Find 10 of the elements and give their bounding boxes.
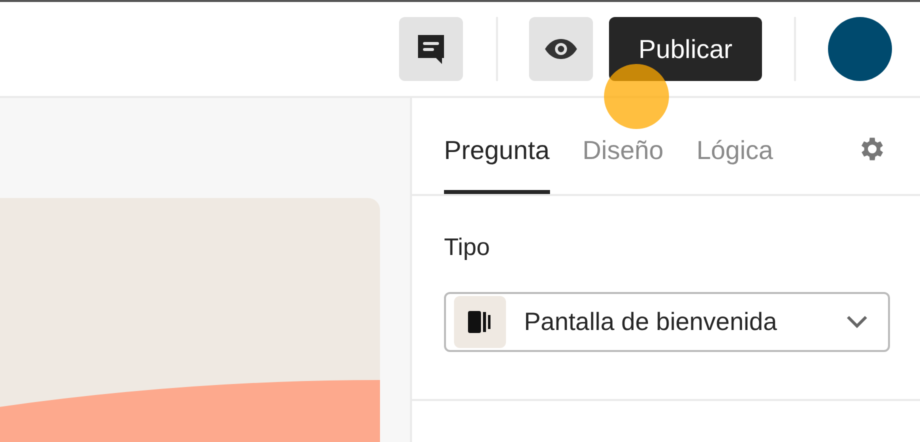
chat-icon [416,33,446,65]
tab[interactable]: Pregunta [444,135,550,194]
publish-button[interactable]: Publicar [609,17,762,81]
section-label: Tipo [444,234,491,262]
chevron-down-icon [846,315,868,329]
eye-icon [544,38,578,60]
type-dropdown[interactable]: Pantalla de bienvenida [444,292,890,352]
comment-button[interactable] [399,17,463,81]
welcome-screen-icon [454,296,506,348]
preview-button[interactable] [529,17,593,81]
